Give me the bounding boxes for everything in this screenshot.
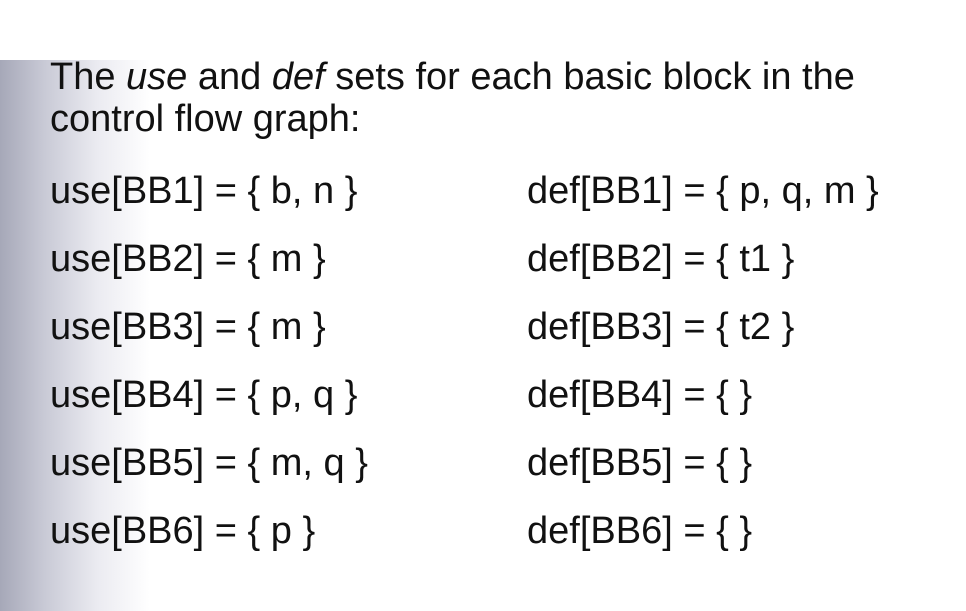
def-set-bb3: def[BB3] = { t2 } <box>527 306 795 348</box>
def-set-bb2: def[BB2] = { t1 } <box>527 238 795 280</box>
heading-use-word: use <box>126 56 188 98</box>
use-set-bb5: use[BB5] = { m, q } <box>50 442 368 484</box>
def-set-bb1: def[BB1] = { p, q, m } <box>527 170 879 212</box>
use-set-bb3: use[BB3] = { m } <box>50 306 326 348</box>
use-set-bb2: use[BB2] = { m } <box>50 238 326 280</box>
set-row-bb1: use[BB1] = { b, n } def[BB1] = { p, q, m… <box>50 164 930 232</box>
set-row-bb5: use[BB5] = { m, q } def[BB5] = { } <box>50 436 930 504</box>
use-def-table: use[BB1] = { b, n } def[BB1] = { p, q, m… <box>50 164 930 572</box>
heading-def-word: def <box>271 56 325 98</box>
set-row-bb6: use[BB6] = { p } def[BB6] = { } <box>50 504 930 572</box>
slide-heading: The use and def sets for each basic bloc… <box>50 56 930 140</box>
use-set-bb1: use[BB1] = { b, n } <box>50 170 358 212</box>
heading-middle: and <box>187 56 272 98</box>
heading-prefix: The <box>50 56 127 98</box>
set-row-bb2: use[BB2] = { m } def[BB2] = { t1 } <box>50 232 930 300</box>
set-row-bb3: use[BB3] = { m } def[BB3] = { t2 } <box>50 300 930 368</box>
use-set-bb6: use[BB6] = { p } <box>50 510 316 552</box>
def-set-bb6: def[BB6] = { } <box>527 510 753 552</box>
def-set-bb5: def[BB5] = { } <box>527 442 753 484</box>
slide-content: The use and def sets for each basic bloc… <box>50 56 966 611</box>
set-row-bb4: use[BB4] = { p, q } def[BB4] = { } <box>50 368 930 436</box>
use-set-bb4: use[BB4] = { p, q } <box>50 374 358 416</box>
def-set-bb4: def[BB4] = { } <box>527 374 753 416</box>
